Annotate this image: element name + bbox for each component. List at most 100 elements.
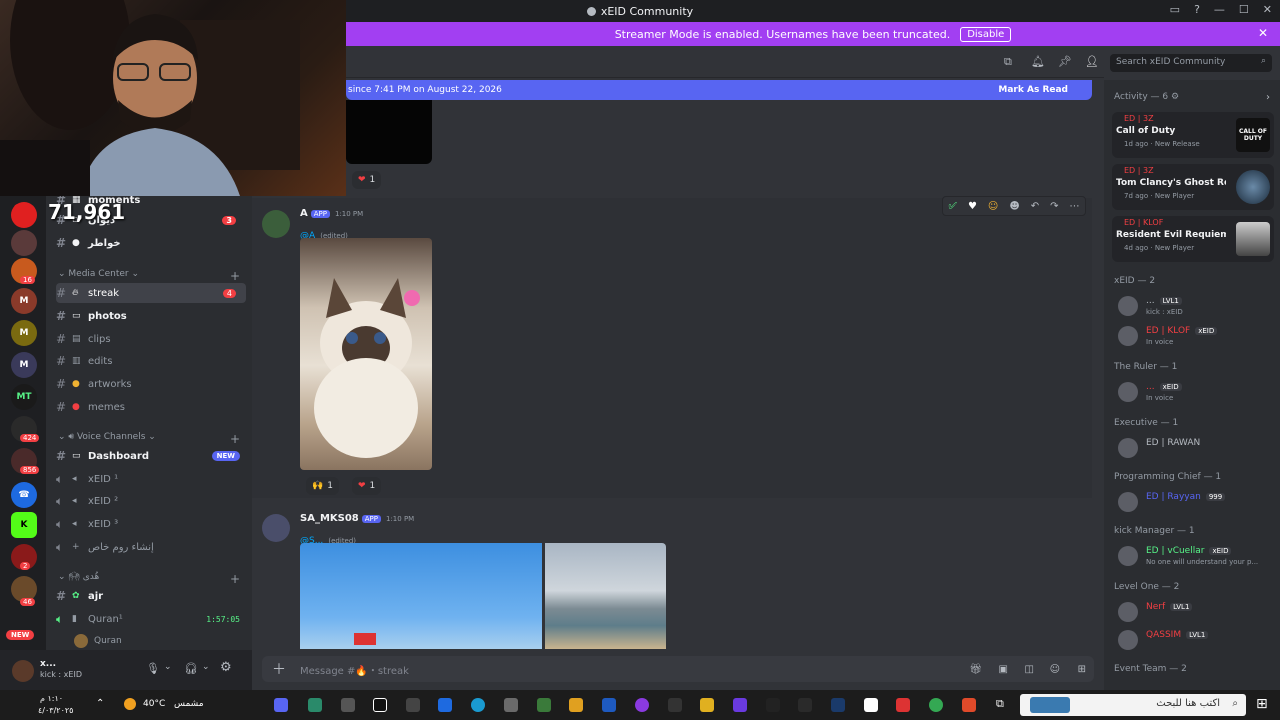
server-icon[interactable]: M bbox=[11, 288, 37, 314]
taskbar-app-icon[interactable] bbox=[602, 698, 616, 712]
taskbar-app-icon[interactable] bbox=[341, 698, 355, 712]
channel-khawater[interactable]: # ● خواطر bbox=[56, 233, 246, 253]
reaction-hands[interactable]: 🙌 1 bbox=[306, 477, 339, 495]
cat-image[interactable] bbox=[300, 238, 432, 470]
threads-icon[interactable]: ⧉ bbox=[1004, 55, 1012, 69]
pin-icon[interactable]: 📌︎ bbox=[1058, 55, 1072, 68]
task-view-icon[interactable]: ⧉ bbox=[996, 697, 1004, 711]
member-row[interactable]: ED | Rayyan 999 bbox=[1112, 488, 1276, 516]
voice-channel-2[interactable]: 🔈︎ ◂ xEID ² bbox=[56, 491, 246, 511]
chevron-down-icon[interactable]: ⌄ bbox=[202, 662, 210, 672]
chevron-right-icon[interactable]: › bbox=[1266, 92, 1270, 103]
taskbar-app-icon[interactable] bbox=[471, 698, 485, 712]
channel-ajr[interactable]: # ✿ ajr bbox=[56, 586, 246, 606]
avatar[interactable] bbox=[262, 514, 290, 542]
bell-icon[interactable]: 🔔︎ bbox=[1031, 55, 1045, 68]
member-row[interactable]: ... xEID In voice bbox=[1112, 378, 1276, 406]
taskbar-app-icon[interactable] bbox=[864, 698, 878, 712]
taskbar-app-icon[interactable] bbox=[438, 698, 452, 712]
member-row[interactable]: Nerf LVL1 bbox=[1112, 598, 1276, 626]
sticker-icon[interactable]: ◫ bbox=[1025, 664, 1034, 675]
member-row[interactable]: ... LVL1 kick : xEID bbox=[1112, 292, 1276, 320]
member-row[interactable]: ED | KLOF xEID In voice bbox=[1112, 322, 1276, 350]
reaction-heart[interactable]: ❤ 1 bbox=[352, 171, 382, 189]
avatar[interactable] bbox=[12, 660, 34, 682]
server-icon[interactable]: M bbox=[11, 320, 37, 346]
channel-dashboard[interactable]: # ▭ Dashboard NEW bbox=[56, 446, 246, 466]
voice-channel-1[interactable]: 🔈︎ ◂ xEID ¹ bbox=[56, 469, 246, 489]
minimize-button[interactable]: — bbox=[1214, 3, 1225, 16]
mark-as-read-button[interactable]: Mark As Read bbox=[998, 85, 1068, 95]
taskbar-app-icon[interactable] bbox=[929, 698, 943, 712]
previous-image[interactable] bbox=[346, 100, 432, 164]
apps-icon[interactable]: ⊞ bbox=[1078, 664, 1086, 675]
server-icon[interactable]: MT bbox=[11, 384, 37, 410]
sky-image[interactable] bbox=[300, 543, 542, 649]
category-media-center[interactable]: ⌄ Media Center ⌄ + bbox=[58, 269, 248, 283]
taskbar-app-icon[interactable] bbox=[798, 698, 812, 712]
mic-icon[interactable]: 🎙︎ bbox=[146, 662, 160, 675]
taskbar-app-icon[interactable] bbox=[308, 698, 322, 712]
taskbar-app-icon[interactable] bbox=[569, 698, 583, 712]
add-channel-icon[interactable]: + bbox=[230, 269, 240, 283]
add-channel-icon[interactable]: + bbox=[230, 432, 240, 446]
reply-icon[interactable]: ↶ bbox=[1031, 201, 1039, 212]
create-room-channel[interactable]: 🔈︎ + إنشاء روم خاص bbox=[56, 537, 246, 557]
taskbar-search-input[interactable]: اكتب هنا للبحث ⌕ bbox=[1020, 694, 1246, 716]
headphones-icon[interactable]: 🎧︎ bbox=[184, 662, 198, 675]
smile-emoji-icon[interactable]: ☺ bbox=[988, 201, 998, 212]
reaction-heart[interactable]: ❤ 1 bbox=[352, 477, 382, 495]
taskbar-app-icon[interactable] bbox=[406, 698, 420, 712]
message-author[interactable]: A bbox=[300, 208, 308, 219]
activity-card[interactable]: ED | 3Z Call of Duty 1d ago · New Releas… bbox=[1112, 112, 1274, 158]
channel-photos[interactable]: # ▭ photos bbox=[56, 306, 246, 326]
message-author[interactable]: SA_MKS08 bbox=[300, 513, 359, 524]
channel-clips[interactable]: # ▤ clips bbox=[56, 329, 246, 349]
emoji-icon[interactable]: ☺ bbox=[1050, 664, 1060, 675]
beach-image[interactable] bbox=[545, 543, 666, 649]
avatar[interactable] bbox=[262, 210, 290, 238]
taskbar-app-icon[interactable] bbox=[700, 698, 714, 712]
add-reaction-icon[interactable]: ☻ bbox=[1009, 201, 1019, 212]
voice-channel-3[interactable]: 🔈︎ ◂ xEID ³ bbox=[56, 514, 246, 534]
taskbar-app-icon[interactable] bbox=[537, 698, 551, 712]
maximize-button[interactable]: ☐ bbox=[1239, 3, 1249, 16]
taskbar-app-icon[interactable] bbox=[733, 698, 747, 712]
member-row[interactable]: QASSIM LVL1 bbox=[1112, 626, 1276, 654]
taskbar-app-icon[interactable] bbox=[635, 698, 649, 712]
server-kick[interactable]: K bbox=[11, 512, 37, 538]
message-input[interactable]: ＋ Message #🔥・streak 🎁︎ ▣ ◫ ☺ ⊞ bbox=[262, 656, 1094, 682]
taskbar-app-icon[interactable] bbox=[831, 698, 845, 712]
members-icon[interactable]: 👤︎ bbox=[1085, 55, 1099, 68]
add-channel-icon[interactable]: + bbox=[230, 572, 240, 586]
taskbar-app-icon[interactable] bbox=[274, 698, 288, 712]
inbox-icon[interactable]: ▭ bbox=[1170, 3, 1180, 16]
taskbar-app-icon[interactable] bbox=[373, 698, 387, 712]
taskbar-app-icon[interactable] bbox=[962, 698, 976, 712]
voice-user-quran[interactable]: Quran bbox=[74, 631, 252, 650]
channel-memes[interactable]: # ● memes bbox=[56, 397, 246, 417]
channel-streak[interactable]: # 🔥︎ streak 4 bbox=[56, 283, 246, 303]
server-icon[interactable]: ☎ bbox=[11, 482, 37, 508]
channel-edits[interactable]: # ▥ edits bbox=[56, 351, 246, 371]
chevron-down-icon[interactable]: ⌄ bbox=[164, 662, 172, 672]
member-row[interactable]: ED | vCuellar xEID No one will understand … bbox=[1112, 542, 1276, 570]
activity-header[interactable]: Activity — 6 ⚙ bbox=[1114, 92, 1179, 102]
gear-icon[interactable]: ⚙ bbox=[220, 660, 232, 675]
heart-emoji-icon[interactable]: ♥ bbox=[968, 201, 977, 212]
help-icon[interactable]: ? bbox=[1194, 3, 1200, 16]
server-icon[interactable] bbox=[11, 230, 37, 256]
gift-icon[interactable]: 🎁︎ bbox=[969, 664, 982, 675]
channel-artworks[interactable]: # ● artworks bbox=[56, 374, 246, 394]
attach-icon[interactable]: ＋ bbox=[272, 659, 286, 679]
search-input[interactable]: Search xEID Community ⌕ bbox=[1110, 54, 1272, 72]
category-voice-channels[interactable]: ⌄ 🔊︎ Voice Channels ⌄ + bbox=[58, 432, 248, 446]
check-emoji-icon[interactable]: ✅︎ bbox=[948, 201, 956, 212]
taskbar-app-icon[interactable] bbox=[504, 698, 518, 712]
close-banner-icon[interactable]: ✕ bbox=[1258, 26, 1268, 40]
new-messages-bar[interactable]: since 7:41 PM on August 22, 2026 Mark As… bbox=[346, 80, 1092, 100]
category-hud[interactable]: ⌄ 🙌︎ هُدى + bbox=[58, 572, 248, 586]
windows-start-icon[interactable]: ⊞ bbox=[1256, 696, 1268, 712]
gif-icon[interactable]: ▣ bbox=[999, 664, 1008, 675]
more-icon[interactable]: ⋯ bbox=[1069, 201, 1079, 212]
